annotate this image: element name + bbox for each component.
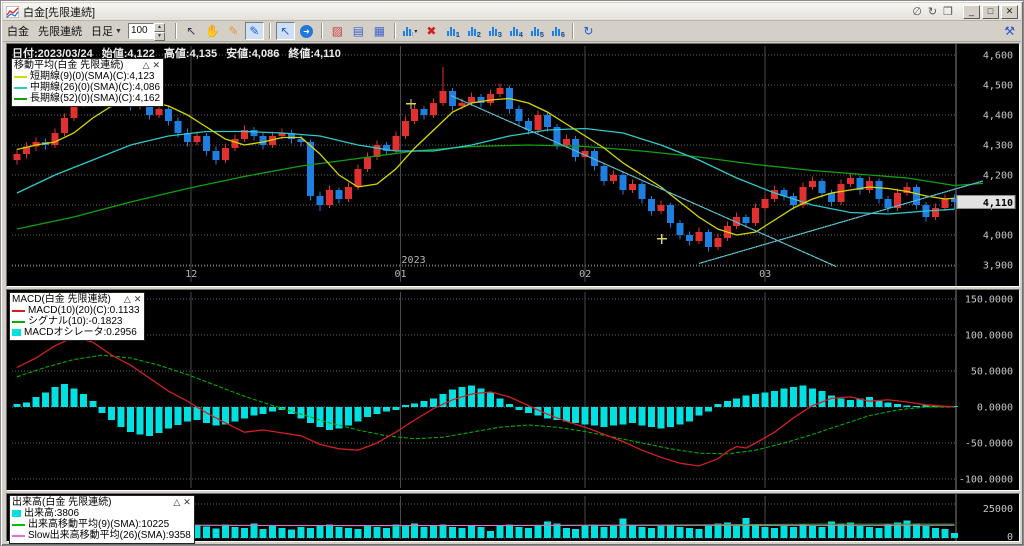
spin-down-icon[interactable]: ▼ bbox=[153, 32, 165, 41]
pencil-icon[interactable]: ✎ bbox=[224, 22, 243, 40]
minimize-button[interactable]: _ bbox=[963, 4, 980, 19]
layout-6-icon[interactable]: 6 bbox=[548, 22, 567, 40]
volume-legend: 出来高(白金 先限連続) △ ✕ 出来高:3806 出来高移動平均(9)(SMA)… bbox=[9, 495, 195, 544]
svg-text:4,300: 4,300 bbox=[983, 141, 1013, 152]
toolbar-separator bbox=[174, 23, 177, 39]
timeframe-select[interactable]: 日足 ▼ bbox=[91, 23, 122, 39]
svg-text:4,400: 4,400 bbox=[983, 111, 1013, 122]
title-bar[interactable]: 白金[先限連続] ∅ ↻ ❐ _ □ ✕ bbox=[3, 3, 1021, 21]
legend-collapse-button[interactable]: △ bbox=[173, 497, 180, 507]
toolbar-separator bbox=[268, 23, 271, 39]
svg-text:4,110: 4,110 bbox=[983, 198, 1013, 209]
svg-text:2023: 2023 bbox=[402, 255, 426, 266]
svg-text:12: 12 bbox=[185, 269, 197, 280]
link-icon[interactable]: ∅ bbox=[912, 5, 922, 18]
new-chart-icon[interactable]: ▨ bbox=[328, 22, 347, 40]
pointer-mode-icon[interactable]: ↖ bbox=[275, 22, 295, 40]
settings-wrench-icon[interactable]: ⚒ bbox=[1004, 24, 1015, 38]
svg-text:0: 0 bbox=[1007, 532, 1013, 541]
toolbar: 白金 先限連続 日足 ▼ 100 ▲ ▼ ↖ ✋ ✎ ✎ ↖ ➜ ▨ ▤ ▦ ▾ ✖ 1 2 3 4 5 6 ↻ … bbox=[3, 21, 1021, 42]
bar-count-stepper[interactable]: 100 ▲ ▼ bbox=[127, 23, 165, 41]
svg-text:4,500: 4,500 bbox=[983, 81, 1013, 92]
cursor-icon[interactable]: ↖ bbox=[182, 22, 201, 40]
layout-4-icon[interactable]: 4 bbox=[506, 22, 525, 40]
legend-collapse-button[interactable]: △ bbox=[143, 60, 150, 70]
layout-2-icon[interactable]: 2 bbox=[464, 22, 483, 40]
macd-panel: 150.0000 100.0000 50.0000 0.0000 -50.0000 -10… bbox=[6, 289, 1020, 491]
maximize-button[interactable]: □ bbox=[982, 4, 999, 19]
svg-text:4,000: 4,000 bbox=[983, 231, 1013, 242]
legend-close-button[interactable]: ✕ bbox=[134, 294, 142, 304]
macd-chart-canvas[interactable]: 150.0000 100.0000 50.0000 0.0000 -50.0000 -10… bbox=[7, 290, 1019, 490]
toolbar-separator bbox=[393, 23, 396, 39]
bar-count-input[interactable]: 100 bbox=[127, 23, 154, 39]
svg-text:150.0000: 150.0000 bbox=[965, 295, 1013, 306]
svg-text:3,900: 3,900 bbox=[983, 261, 1013, 272]
app-window: 白金[先限連続] ∅ ↻ ❐ _ □ ✕ 白金 先限連続 日足 ▼ 100 ▲ … bbox=[0, 0, 1024, 546]
legend-close-button[interactable]: ✕ bbox=[152, 60, 160, 70]
price-panel: 4,6004,5004,4004,3004,2004,1004,0003,900… bbox=[6, 43, 1020, 287]
contract-label: 先限連続 bbox=[38, 26, 82, 38]
grid-icon[interactable]: ▤ bbox=[349, 22, 368, 40]
svg-text:02: 02 bbox=[579, 269, 591, 280]
window-title: 白金[先限連続] bbox=[23, 6, 96, 19]
grid-dense-icon[interactable]: ▦ bbox=[370, 22, 389, 40]
info-low: 安値:4,086 bbox=[226, 48, 280, 60]
svg-text:01: 01 bbox=[395, 269, 407, 280]
chart-type-icon[interactable]: ▾ bbox=[401, 22, 420, 40]
rotate-icon[interactable]: ↻ bbox=[928, 5, 937, 18]
layout-1-icon[interactable]: 1 bbox=[443, 22, 462, 40]
toolbar-icons: ↖ ✋ ✎ ✎ ↖ ➜ ▨ ▤ ▦ ▾ ✖ 1 2 3 4 5 6 ↻ bbox=[181, 21, 599, 42]
symbol-label: 白金 bbox=[7, 26, 29, 38]
pan-hand-icon[interactable]: ✋ bbox=[203, 22, 222, 40]
macd-legend: MACD(白金 先限連続) △ ✕ MACD(10)(20)(C):0.1133 … bbox=[9, 292, 146, 341]
toolbar-separator bbox=[571, 23, 574, 39]
legend-collapse-button[interactable]: △ bbox=[124, 294, 131, 304]
ma-legend: 移動平均(白金 先限連続) △ ✕ 短期線(9)(0)(SMA)(C):4,123… bbox=[11, 58, 165, 107]
svg-text:100.0000: 100.0000 bbox=[965, 331, 1013, 342]
close-button[interactable]: ✕ bbox=[1001, 4, 1018, 19]
svg-text:-50.0000: -50.0000 bbox=[965, 439, 1013, 450]
legend-close-button[interactable]: ✕ bbox=[183, 497, 191, 507]
refresh-icon[interactable]: ↻ bbox=[579, 22, 598, 40]
trendline-tool-icon[interactable]: ✎ bbox=[244, 22, 264, 40]
chevron-down-icon: ▼ bbox=[115, 27, 122, 35]
chart-area: 4,6004,5004,4004,3004,2004,1004,0003,900… bbox=[4, 43, 1020, 544]
cascade-icon[interactable]: ❐ bbox=[943, 5, 953, 18]
delete-chart-icon[interactable]: ✖ bbox=[422, 22, 441, 40]
spin-up-icon[interactable]: ▲ bbox=[153, 23, 165, 32]
app-icon bbox=[6, 5, 19, 18]
svg-text:03: 03 bbox=[759, 269, 771, 280]
svg-text:4,200: 4,200 bbox=[983, 171, 1013, 182]
svg-text:25000: 25000 bbox=[983, 504, 1013, 515]
scroll-mode-icon[interactable]: ➜ bbox=[297, 22, 316, 40]
volume-panel: 25000 0 出来高(白金 先限連続) △ ✕ 出来高:3806 出来高移動平均(… bbox=[6, 493, 1020, 544]
svg-text:50.0000: 50.0000 bbox=[971, 367, 1013, 378]
info-high: 高値:4,135 bbox=[163, 48, 218, 60]
toolbar-separator bbox=[320, 23, 323, 39]
layout-5-icon[interactable]: 5 bbox=[527, 22, 546, 40]
info-close: 終値:4,110 bbox=[288, 48, 341, 60]
layout-3-icon[interactable]: 3 bbox=[485, 22, 504, 40]
svg-text:4,600: 4,600 bbox=[983, 51, 1013, 62]
svg-text:-100.0000: -100.0000 bbox=[959, 475, 1013, 486]
svg-text:0.0000: 0.0000 bbox=[977, 403, 1013, 414]
